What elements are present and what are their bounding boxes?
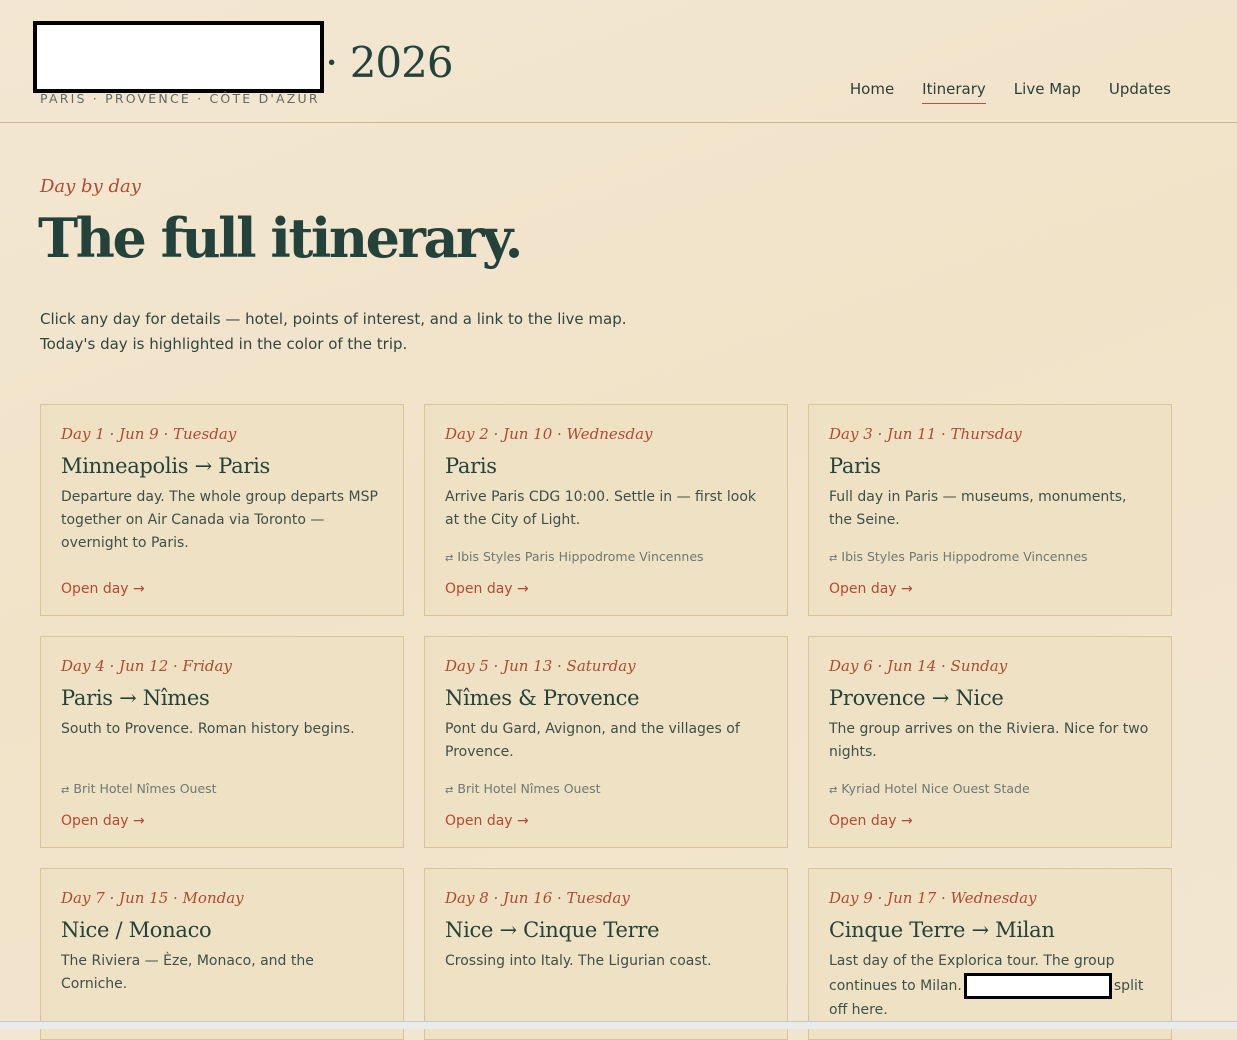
day-date: Day 7 · Jun 15 · Monday <box>61 889 244 907</box>
day-title: Nice → Cinque Terre <box>445 918 660 942</box>
hotel-name: Ibis Styles Paris Hippodrome Vincennes <box>457 549 704 564</box>
day-description: Arrive Paris CDG 10:00. Settle in — firs… <box>445 489 756 528</box>
day-description: The group arrives on the Riviera. Nice f… <box>829 721 1149 760</box>
day-date: Day 9 · Jun 17 · Wednesday <box>829 889 1037 907</box>
intro-line-1: Click any day for details — hotel, point… <box>40 310 627 328</box>
day-description: Pont du Gard, Avignon, and the villages … <box>445 721 740 760</box>
hotel-icon: ⇄ <box>829 553 838 564</box>
day-description: Crossing into Italy. The Ligurian coast. <box>445 953 712 969</box>
day-description: Departure day. The whole group departs M… <box>61 489 378 551</box>
open-day-link[interactable]: Open day → <box>445 581 529 597</box>
day-date: Day 2 · Jun 10 · Wednesday <box>445 425 653 443</box>
day-card[interactable]: Day 6 · Jun 14 · Sunday Provence → Nice … <box>808 636 1172 848</box>
hotel-line: ⇄ Ibis Styles Paris Hippodrome Vincennes <box>445 549 704 564</box>
hotel-icon: ⇄ <box>61 785 70 796</box>
hotel-line: ⇄ Ibis Styles Paris Hippodrome Vincennes <box>829 549 1088 564</box>
nav-home[interactable]: Home <box>850 80 894 104</box>
nav-updates[interactable]: Updates <box>1109 80 1171 104</box>
day-description: South to Provence. Roman history begins. <box>61 721 355 737</box>
day-card[interactable]: Day 3 · Jun 11 · Thursday Paris Full day… <box>808 404 1172 616</box>
day-title: Minneapolis → Paris <box>61 454 270 478</box>
hotel-line: ⇄ Brit Hotel Nîmes Ouest <box>445 781 601 796</box>
day-title: Nîmes & Provence <box>445 686 640 710</box>
nav-itinerary[interactable]: Itinerary <box>922 80 986 104</box>
intro-line-2: Today's day is highlighted in the color … <box>40 335 408 353</box>
day-date: Day 4 · Jun 12 · Friday <box>61 657 232 675</box>
redacted-brand-name <box>33 21 324 93</box>
hotel-name: Brit Hotel Nîmes Ouest <box>73 781 217 796</box>
day-date: Day 5 · Jun 13 · Saturday <box>445 657 636 675</box>
day-date: Day 3 · Jun 11 · Thursday <box>829 425 1022 443</box>
open-day-link[interactable]: Open day → <box>61 581 145 597</box>
open-day-link[interactable]: Open day → <box>61 813 145 829</box>
day-card[interactable]: Day 1 · Jun 9 · Tuesday Minneapolis → Pa… <box>40 404 404 616</box>
day-description: Full day in Paris — museums, monuments, … <box>829 489 1127 528</box>
brand-subtitle: PARIS · PROVENCE · CÔTE D'AZUR <box>40 91 320 106</box>
day-card[interactable]: Day 2 · Jun 10 · Wednesday Paris Arrive … <box>424 404 788 616</box>
day-date: Day 1 · Jun 9 · Tuesday <box>61 425 237 443</box>
hotel-icon: ⇄ <box>445 553 454 564</box>
day-date: Day 8 · Jun 16 · Tuesday <box>445 889 630 907</box>
hotel-line: ⇄ Kyriad Hotel Nice Ouest Stade <box>829 781 1030 796</box>
day-title: Provence → Nice <box>829 686 1004 710</box>
page-title: The full itinerary. <box>38 206 523 270</box>
intro-text: Click any day for details — hotel, point… <box>40 307 680 357</box>
day-card[interactable]: Day 5 · Jun 13 · Saturday Nîmes & Proven… <box>424 636 788 848</box>
day-date: Day 6 · Jun 14 · Sunday <box>829 657 1008 675</box>
main-nav: Home Itinerary Live Map Updates <box>850 80 1171 104</box>
day-title: Cinque Terre → Milan <box>829 918 1055 942</box>
site-header: · 2026 PARIS · PROVENCE · CÔTE D'AZUR Ho… <box>0 0 1237 123</box>
day-title: Paris → Nîmes <box>61 686 210 710</box>
hotel-line: ⇄ Brit Hotel Nîmes Ouest <box>61 781 217 796</box>
hotel-name: Ibis Styles Paris Hippodrome Vincennes <box>841 549 1088 564</box>
day-card[interactable]: Day 7 · Jun 15 · Monday Nice / Monaco Th… <box>40 868 404 1040</box>
open-day-link[interactable]: Open day → <box>829 813 913 829</box>
hotel-icon: ⇄ <box>829 785 838 796</box>
hotel-name: Kyriad Hotel Nice Ouest Stade <box>841 781 1030 796</box>
nav-live-map[interactable]: Live Map <box>1014 80 1081 104</box>
day-title: Paris <box>829 454 881 478</box>
day-cards-grid: Day 1 · Jun 9 · Tuesday Minneapolis → Pa… <box>40 404 1172 1040</box>
day-title: Paris <box>445 454 497 478</box>
hotel-icon: ⇄ <box>445 785 454 796</box>
day-title: Nice / Monaco <box>61 918 212 942</box>
day-description: Last day of the Explorica tour. The grou… <box>829 950 1151 1022</box>
day-description: The Riviera — Èze, Monaco, and the Corni… <box>61 953 314 992</box>
open-day-link[interactable]: Open day → <box>829 581 913 597</box>
day-card[interactable]: Day 9 · Jun 17 · Wednesday Cinque Terre … <box>808 868 1172 1040</box>
brand-year: · 2026 <box>325 38 454 87</box>
open-day-link[interactable]: Open day → <box>445 813 529 829</box>
day-card[interactable]: Day 4 · Jun 12 · Friday Paris → Nîmes So… <box>40 636 404 848</box>
hotel-name: Brit Hotel Nîmes Ouest <box>457 781 601 796</box>
page-eyebrow: Day by day <box>40 176 141 197</box>
day-card[interactable]: Day 8 · Jun 16 · Tuesday Nice → Cinque T… <box>424 868 788 1040</box>
redacted-text <box>963 973 1112 999</box>
